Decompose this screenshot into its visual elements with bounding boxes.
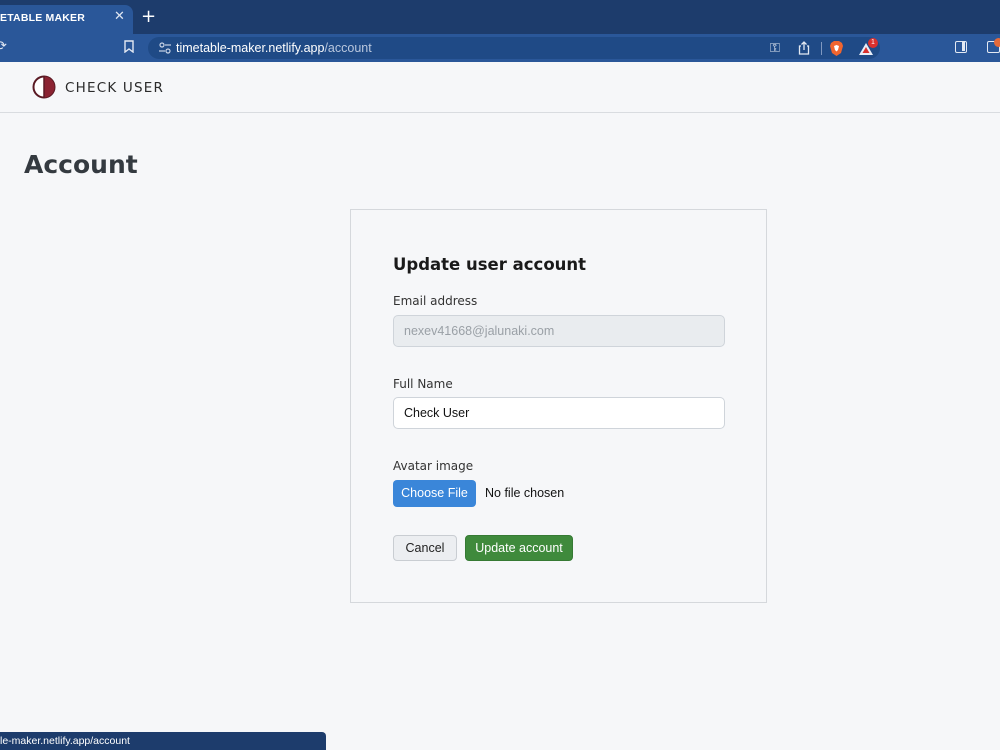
file-status: No file chosen — [485, 486, 565, 500]
email-field: nexev41668@jalunaki.com — [393, 315, 725, 347]
share-icon[interactable] — [798, 41, 810, 55]
close-tab-icon[interactable]: ✕ — [114, 9, 125, 24]
url-path: /account — [324, 41, 372, 55]
status-bar-url: le-maker.netlify.app/account — [0, 732, 326, 750]
brand-name[interactable]: CHECK USER — [65, 80, 164, 96]
address-bar[interactable]: timetable-maker.netlify.app/account ⚿ 1 — [148, 37, 880, 59]
page-title: Account — [24, 150, 138, 179]
url-host: timetable-maker.netlify.app — [176, 41, 325, 55]
tab-title: ETABLE MAKER — [0, 12, 86, 24]
full-name-label: Full Name — [393, 377, 453, 391]
url-text: timetable-maker.netlify.app/account — [176, 41, 372, 55]
browser-tab[interactable]: ETABLE MAKER ✕ — [0, 5, 133, 34]
key-icon[interactable]: ⚿ — [770, 41, 780, 56]
logo-icon[interactable] — [32, 75, 56, 99]
bookmark-icon[interactable] — [124, 40, 134, 53]
rewards-badge: 1 — [868, 38, 878, 48]
reload-icon[interactable]: ⟳ — [0, 39, 7, 54]
browser-toolbar: ⟳ timetable-maker.netlify.app/account ⚿ … — [0, 34, 1000, 62]
cancel-button[interactable]: Cancel — [393, 535, 457, 561]
brave-shield-icon[interactable] — [829, 40, 844, 57]
site-navbar: CHECK USER — [0, 62, 1000, 113]
sidebar-icon[interactable] — [955, 41, 967, 53]
new-tab-button[interactable]: + — [141, 8, 156, 26]
toolbar-separator — [821, 42, 822, 55]
choose-file-button[interactable]: Choose File — [393, 480, 476, 507]
avatar-label: Avatar image — [393, 459, 474, 473]
full-name-field[interactable]: Check User — [393, 397, 725, 429]
wallet-badge — [994, 38, 1000, 47]
update-account-button[interactable]: Update account — [465, 535, 573, 561]
form-heading: Update user account — [393, 255, 587, 274]
account-form-card: Update user account Email address nexev4… — [350, 209, 767, 603]
email-label: Email address — [393, 294, 478, 308]
site-settings-icon[interactable] — [158, 41, 172, 55]
browser-tab-bar: ETABLE MAKER ✕ + — [0, 0, 1000, 34]
